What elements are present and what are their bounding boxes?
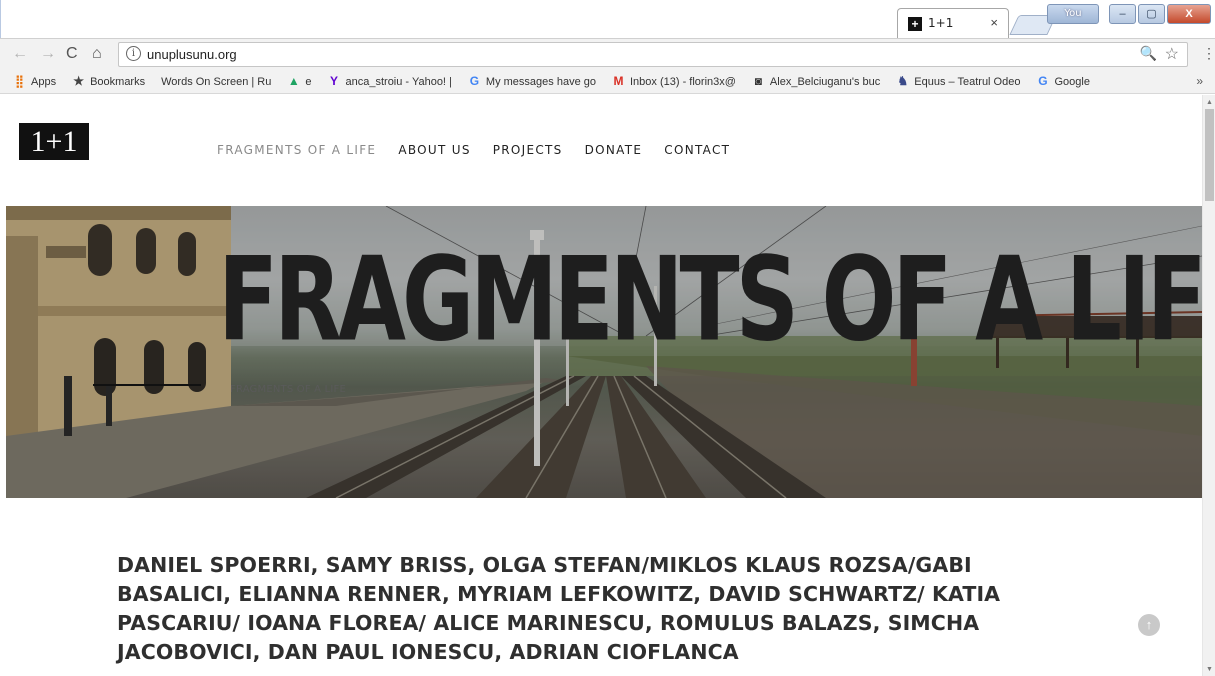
instagram-icon: ◙ (754, 75, 763, 88)
window-edge (0, 0, 1, 38)
bookmark-label: Apps (31, 75, 57, 88)
google-icon: G (469, 75, 480, 88)
browser-tab[interactable]: + 1+1 × (897, 8, 1009, 38)
close-window-button[interactable]: X (1167, 4, 1211, 24)
bookmark-label: Words On Screen | Ru (161, 75, 272, 88)
google-drive-icon: ▲ (287, 75, 300, 88)
home-icon[interactable]: ⌂ (92, 45, 102, 63)
browser-toolbar: ← → C ⌂ i unuplusunu.org 🔍 ☆ ⋮ (0, 38, 1215, 70)
nav-link-fragments-of-a-life[interactable]: FRAGMENTS OF A LIFE (217, 143, 376, 157)
bookmarks-bar: ⣿ Apps ★ Bookmarks Words On Screen | Ru ▲ e Yan… (0, 70, 1215, 94)
star-icon: ★ (73, 75, 84, 88)
bookmark-label: Inbox (13) - florin3x@ (629, 75, 736, 88)
bookmark-label: My messages have go (485, 75, 596, 88)
tab-title: 1+1 (928, 16, 954, 30)
zoom-icon[interactable]: 🔍 (1140, 45, 1157, 62)
bookmark-item[interactable]: G Google (1036, 75, 1090, 88)
site-navigation: FRAGMENTS OF A LIFE ABOUT US PROJECTS DONAT… (217, 143, 752, 157)
bookmark-label: Alex_Belciuganu's buc (769, 75, 881, 88)
artist-credits: DANIEL SPOERRI, SAMY BRISS, OLGA STEFAN/… (117, 553, 1001, 664)
bookmark-item[interactable]: Words On Screen | Ru (161, 76, 271, 88)
window-titlebar: + 1+1 × You – ▢ X (0, 0, 1215, 38)
scrollbar-thumb[interactable] (1205, 109, 1214, 201)
page-scrollbar[interactable]: ▲ ▼ (1202, 95, 1215, 676)
address-bar[interactable]: i unuplusunu.org 🔍 ☆ (118, 42, 1188, 67)
nav-link-about-us[interactable]: ABOUT US (398, 143, 470, 157)
nav-link-donate[interactable]: DONATE (585, 143, 643, 157)
hero-title: FRAGMENTS OF A LIFE (218, 231, 1202, 368)
user-profile-button[interactable]: You (1047, 4, 1099, 24)
bookmark-label: Bookmarks (90, 75, 146, 88)
browser-menu-icon[interactable]: ⋮ (1202, 46, 1215, 60)
nav-link-projects[interactable]: PROJECTS (493, 143, 563, 157)
bookmark-star-icon[interactable]: ☆ (1165, 44, 1179, 64)
reload-icon[interactable]: C (66, 45, 78, 63)
site-favicon-icon: + (908, 17, 922, 31)
forward-arrow-icon[interactable]: → (40, 45, 56, 63)
back-to-top-button[interactable]: ↑ (1138, 614, 1160, 636)
bookmark-item[interactable]: G My messages have go (468, 75, 596, 88)
hero-subtitle: FRAGMENTS OF A LIFE (230, 384, 346, 395)
site-logo[interactable]: 1+1 (19, 123, 89, 160)
web-page: 1+1 FRAGMENTS OF A LIFE ABOUT US PROJECTS D… (0, 95, 1202, 676)
bookmark-label: Google (1054, 75, 1090, 88)
hero-divider (93, 384, 201, 386)
bookmark-label: anca_stroiu - Yahoo! | (345, 75, 452, 88)
bookmark-item[interactable]: M Inbox (13) - florin3x@ (612, 75, 736, 88)
horse-icon: ♞ (897, 75, 909, 88)
url-text[interactable]: unuplusunu.org (147, 47, 237, 62)
bookmark-item[interactable]: ♞ Equus – Teatrul Odeo (896, 75, 1020, 88)
bookmark-label: e (305, 75, 312, 88)
window-controls: You – ▢ X (1047, 4, 1211, 26)
bookmark-item[interactable]: ◙ Alex_Belciuganu's buc (752, 75, 880, 88)
back-arrow-icon[interactable]: ← (12, 45, 28, 63)
bookmark-item[interactable]: Yanca_stroiu - Yahoo! | (328, 75, 452, 88)
maximize-button[interactable]: ▢ (1138, 4, 1165, 24)
nav-link-contact[interactable]: CONTACT (664, 143, 730, 157)
bookmark-label: Equus – Teatrul Odeo (914, 75, 1021, 88)
minimize-button[interactable]: – (1109, 4, 1136, 24)
bookmarks-overflow-icon[interactable]: » (1196, 74, 1203, 88)
google-icon: G (1038, 75, 1048, 88)
scroll-up-icon[interactable]: ▲ (1206, 99, 1213, 106)
gmail-icon: M (613, 75, 624, 88)
scroll-down-icon[interactable]: ▼ (1206, 666, 1213, 673)
bookmark-item[interactable]: ▲ e (287, 75, 312, 88)
hero-banner: FRAGMENTS OF A LIFE FRAGMENTS OF A LIFE (6, 206, 1202, 498)
yahoo-icon: Y (329, 75, 338, 88)
tab-close-icon[interactable]: × (990, 15, 998, 30)
site-info-icon[interactable]: i (126, 46, 141, 61)
bookmark-item[interactable]: ★ Bookmarks (72, 75, 145, 88)
apps-grid-icon: ⣿ (15, 75, 24, 88)
bookmark-item[interactable]: ⣿ Apps (13, 75, 56, 88)
